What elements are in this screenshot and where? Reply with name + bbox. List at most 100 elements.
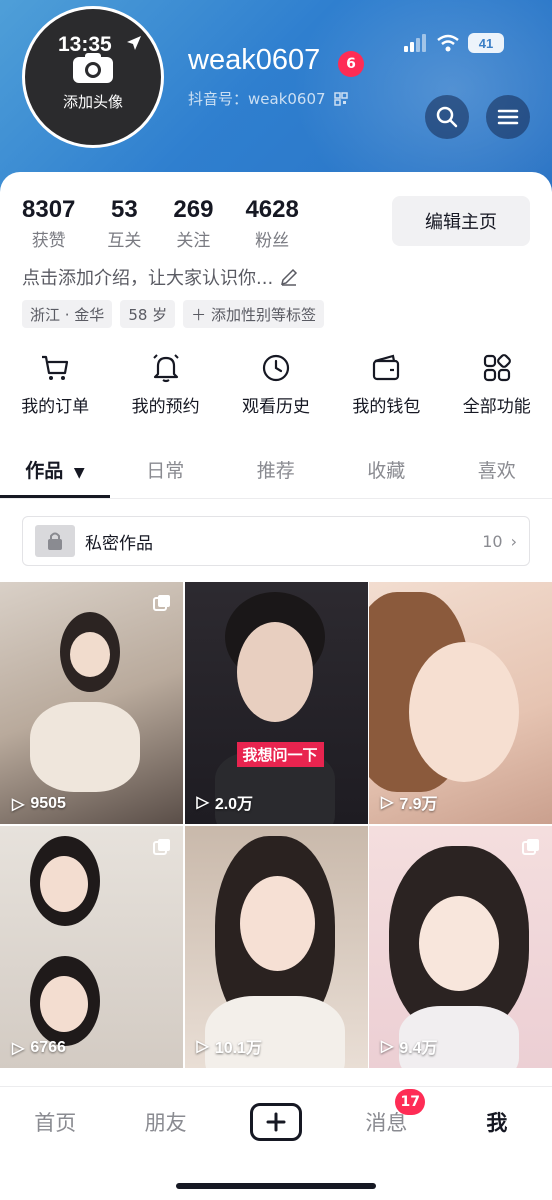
avatar[interactable]: 添加头像 bbox=[22, 6, 164, 148]
plus-icon bbox=[250, 1103, 303, 1141]
video-thumb[interactable]: ▷ 9505 bbox=[0, 582, 183, 824]
multi-image-icon bbox=[522, 839, 539, 855]
video-thumb[interactable]: ▷ 10.1万 bbox=[184, 826, 368, 1068]
add-avatar-label: 添加头像 bbox=[62, 92, 123, 111]
video-thumb[interactable]: 我想问一下 ▷ 2.0万 bbox=[184, 582, 368, 824]
pencil-icon bbox=[281, 268, 298, 286]
play-icon: ▷ bbox=[381, 1038, 394, 1055]
orders-label: 我的订单 bbox=[21, 397, 90, 417]
video-thumb[interactable]: ▷ 7.9万 bbox=[369, 582, 552, 824]
reservations-label: 我的预约 bbox=[131, 397, 200, 417]
battery-indicator: 41 bbox=[468, 33, 504, 53]
bell-icon bbox=[152, 354, 179, 383]
video-grid: ▷ 9505 我想问一下 ▷ 2.0万 ▷ 7.9万 ▷ 6766 ▷ 10.1… bbox=[0, 582, 552, 1068]
douyin-id[interactable]: 抖音号：weak0607 bbox=[188, 88, 348, 109]
menu-button[interactable] bbox=[486, 95, 530, 139]
stat-value: 269 bbox=[173, 196, 214, 223]
nav-me[interactable]: 我 bbox=[442, 1107, 552, 1137]
home-indicator bbox=[176, 1183, 376, 1189]
view-count-text: 7.9万 bbox=[399, 796, 438, 813]
add-tag-button[interactable]: ＋ 添加性别等标签 bbox=[183, 300, 324, 328]
menu-icon bbox=[497, 109, 519, 125]
stats-row: 8307 获赞 53 互关 269 关注 4628 粉丝 bbox=[22, 196, 331, 251]
location-arrow-icon bbox=[127, 36, 141, 50]
nav-friends[interactable]: 朋友 bbox=[110, 1107, 220, 1137]
stat-label: 关注 bbox=[176, 231, 211, 251]
tags-row: 浙江 · 金华 58 岁 ＋ 添加性别等标签 bbox=[22, 300, 324, 328]
search-icon bbox=[436, 106, 458, 128]
all-features-button[interactable]: 全部功能 bbox=[442, 352, 552, 417]
douyin-id-text: 抖音号：weak0607 bbox=[188, 90, 326, 108]
multi-image-icon bbox=[153, 839, 170, 855]
view-count-text: 10.1万 bbox=[214, 1040, 262, 1057]
messages-badge: 17 bbox=[395, 1089, 426, 1115]
profile-card: 8307 获赞 53 互关 269 关注 4628 粉丝 编辑主页 点击添加介绍… bbox=[0, 172, 552, 1200]
tab-recommend[interactable]: 推荐 bbox=[221, 452, 332, 498]
stat-label: 互关 bbox=[107, 231, 142, 251]
grid-icon bbox=[483, 354, 511, 382]
all-features-label: 全部功能 bbox=[462, 397, 531, 417]
play-icon: ▷ bbox=[12, 796, 25, 813]
stat-followers[interactable]: 4628 粉丝 bbox=[245, 196, 298, 251]
nav-create[interactable] bbox=[221, 1103, 331, 1141]
caret-down-icon: ▼ bbox=[73, 465, 85, 481]
play-icon: ▷ bbox=[381, 794, 394, 811]
wallet-button[interactable]: 我的钱包 bbox=[331, 352, 441, 417]
tab-favorites[interactable]: 收藏 bbox=[331, 452, 442, 498]
private-works-label: 私密作品 bbox=[85, 533, 153, 554]
status-indicators: 41 bbox=[404, 33, 504, 53]
tab-label: 作品 bbox=[25, 460, 64, 482]
view-count: ▷ 10.1万 bbox=[197, 1034, 262, 1058]
nav-messages[interactable]: 消息 17 bbox=[331, 1089, 441, 1137]
tab-works[interactable]: 作品 ▼ bbox=[0, 452, 110, 498]
content-tabs: 作品 ▼ 日常 推荐 收藏 喜欢 bbox=[0, 452, 552, 498]
stat-mutual[interactable]: 53 互关 bbox=[107, 196, 141, 251]
tab-likes[interactable]: 喜欢 bbox=[442, 452, 552, 498]
nav-home[interactable]: 首页 bbox=[0, 1107, 110, 1137]
play-icon: ▷ bbox=[196, 1038, 209, 1055]
edit-profile-button[interactable]: 编辑主页 bbox=[392, 196, 530, 246]
chevron-right-icon: › bbox=[510, 531, 517, 551]
notification-badge[interactable]: 6 bbox=[338, 51, 364, 77]
divider bbox=[0, 498, 552, 499]
location-tag: 浙江 · 金华 bbox=[22, 300, 113, 328]
history-label: 观看历史 bbox=[241, 397, 310, 417]
bio[interactable]: 点击添加介绍，让大家认识你... bbox=[22, 264, 299, 290]
private-works-row[interactable]: 私密作品 10 › bbox=[22, 516, 530, 566]
video-caption-overlay: 我想问一下 bbox=[236, 742, 324, 767]
stat-value: 53 bbox=[111, 196, 138, 223]
view-count: ▷ 2.0万 bbox=[197, 790, 254, 814]
nav-messages-label: 消息 bbox=[365, 1111, 408, 1135]
stat-likes[interactable]: 8307 获赞 bbox=[22, 196, 75, 251]
signal-icon bbox=[404, 34, 426, 52]
view-count: ▷ 6766 bbox=[12, 1038, 66, 1058]
qr-code-icon bbox=[333, 91, 348, 106]
view-count-text: 6766 bbox=[30, 1039, 66, 1056]
view-count: ▷ 7.9万 bbox=[381, 790, 438, 814]
bottom-nav: 首页 朋友 消息 17 我 bbox=[0, 1086, 552, 1200]
stat-value: 4628 bbox=[245, 196, 299, 223]
play-icon: ▷ bbox=[196, 794, 209, 811]
clock-icon bbox=[262, 354, 290, 382]
view-count-text: 2.0万 bbox=[214, 796, 254, 813]
view-count-text: 9505 bbox=[30, 795, 66, 812]
wallet-icon bbox=[373, 354, 400, 381]
stat-label: 粉丝 bbox=[255, 231, 290, 251]
tab-daily[interactable]: 日常 bbox=[110, 452, 221, 498]
reservations-button[interactable]: 我的预约 bbox=[111, 352, 221, 417]
search-button[interactable] bbox=[425, 95, 469, 139]
multi-image-icon bbox=[153, 595, 170, 611]
history-button[interactable]: 观看历史 bbox=[221, 352, 331, 417]
cart-icon bbox=[42, 355, 69, 380]
stat-following[interactable]: 269 关注 bbox=[173, 196, 213, 251]
stat-value: 8307 bbox=[22, 196, 76, 223]
view-count: ▷ 9.4万 bbox=[381, 1034, 438, 1058]
wifi-icon bbox=[437, 34, 459, 52]
username: weak0607 bbox=[188, 44, 321, 76]
stat-label: 获赞 bbox=[31, 231, 66, 251]
play-icon: ▷ bbox=[12, 1040, 25, 1057]
view-count: ▷ 9505 bbox=[12, 794, 66, 814]
video-thumb[interactable]: ▷ 9.4万 bbox=[369, 826, 552, 1068]
orders-button[interactable]: 我的订单 bbox=[0, 352, 110, 417]
video-thumb[interactable]: ▷ 6766 bbox=[0, 826, 183, 1068]
